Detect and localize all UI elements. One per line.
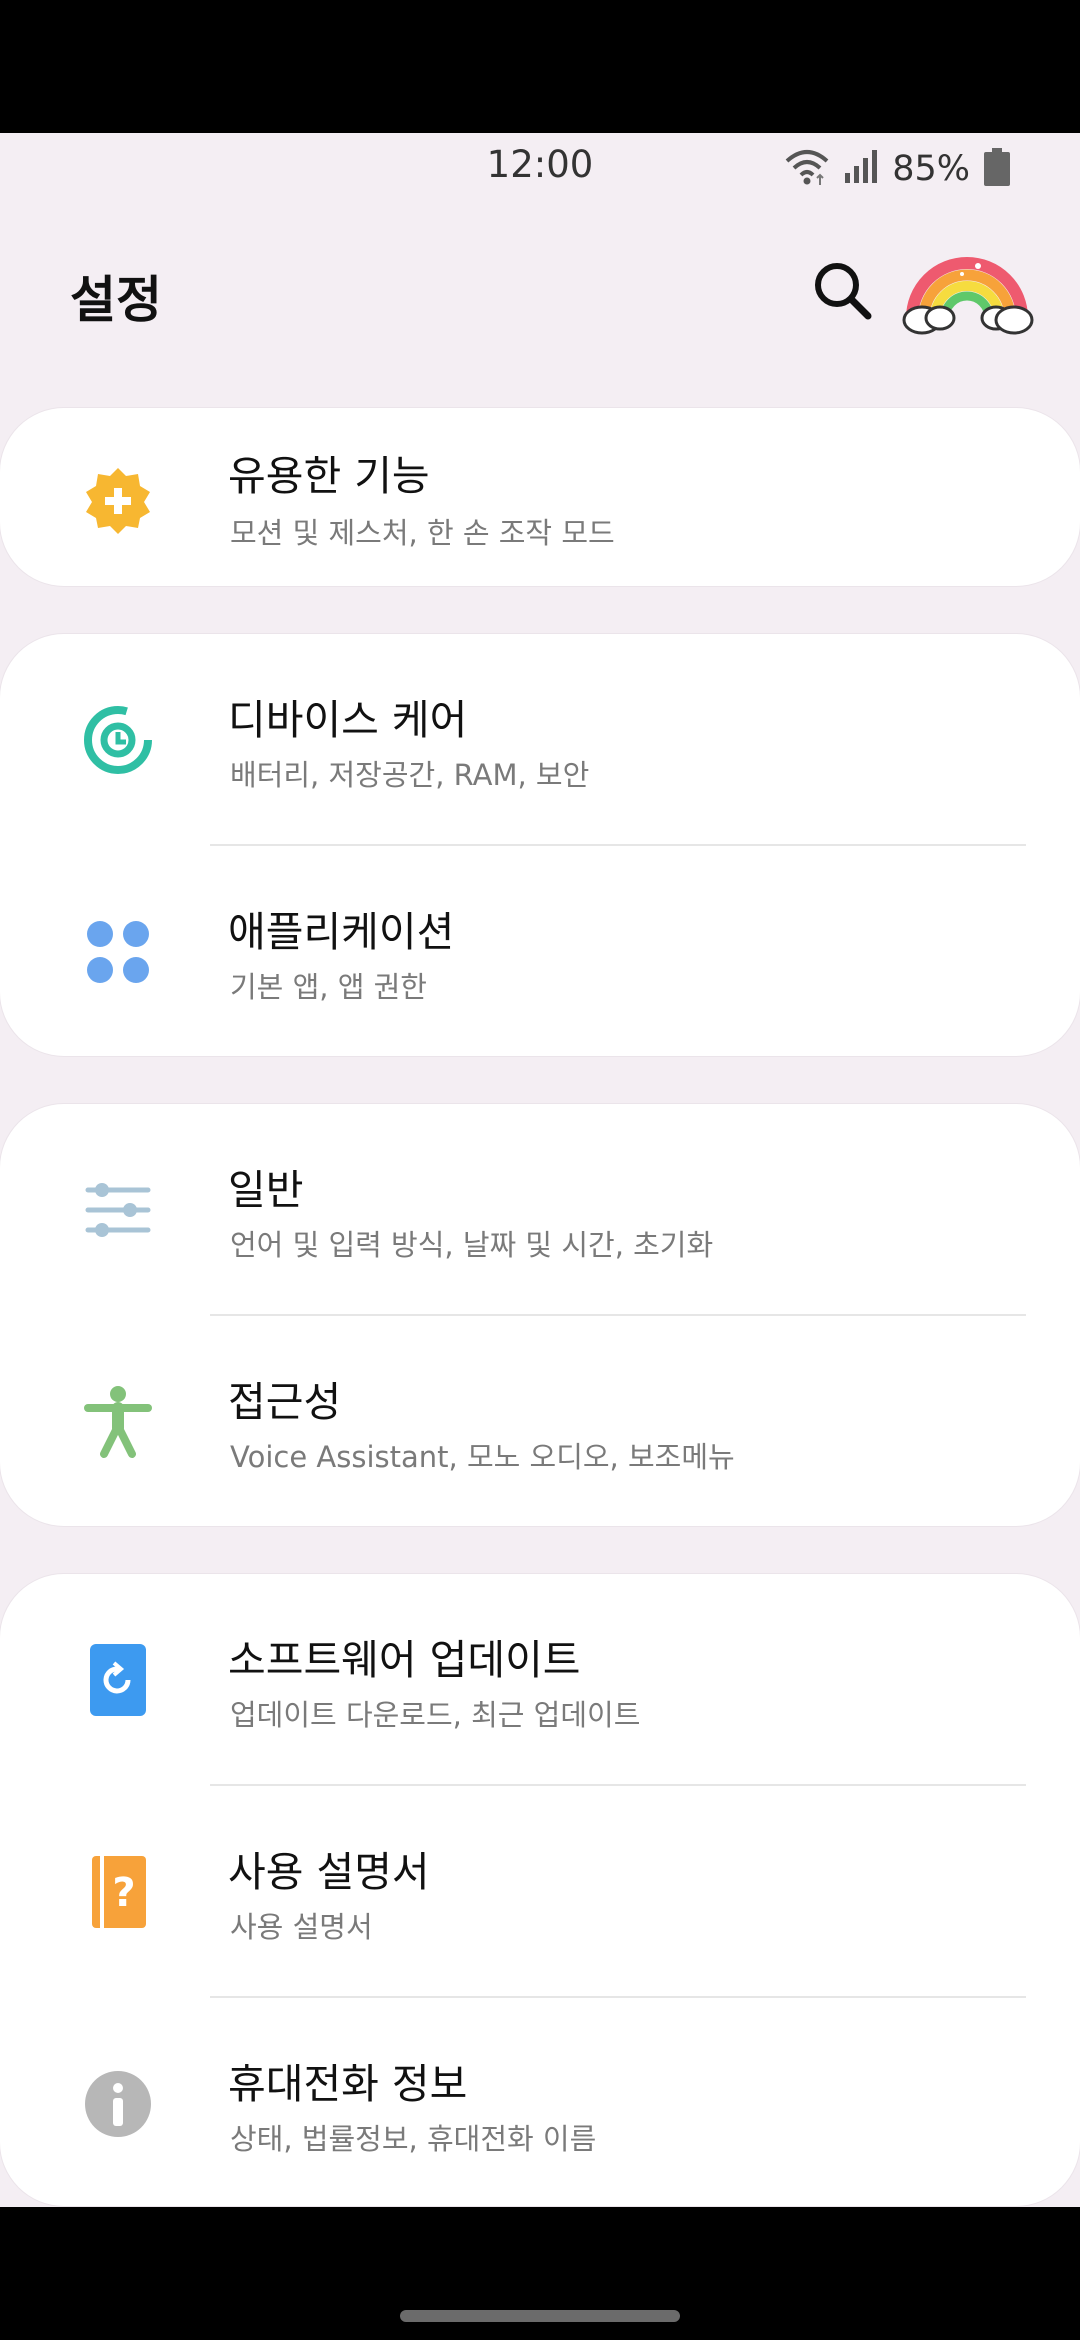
menu-item-about-phone[interactable]: 휴대전화 정보 상태, 법률정보, 휴대전화 이름 bbox=[0, 1998, 1080, 2210]
item-subtitle: 모션 및 제스처, 한 손 조작 모드 bbox=[230, 516, 615, 550]
item-title: 휴대전화 정보 bbox=[228, 2060, 468, 2108]
item-subtitle: 기본 앱, 앱 권한 bbox=[230, 970, 427, 1004]
menu-item-advanced-features[interactable]: 유용한 기능 모션 및 제스처, 한 손 조작 모드 bbox=[0, 408, 1080, 586]
sliders-icon bbox=[80, 1172, 156, 1248]
item-subtitle: 배터리, 저장공간, RAM, 보안 bbox=[230, 758, 590, 792]
battery-percent: 85% bbox=[892, 149, 970, 189]
home-gesture-handle[interactable] bbox=[400, 2310, 680, 2322]
menu-item-user-manual[interactable]: ? 사용 설명서 사용 설명서 bbox=[0, 1786, 1080, 1998]
rainbow-avatar-icon[interactable] bbox=[900, 240, 1035, 340]
signal-icon bbox=[844, 149, 878, 189]
item-title: 애플리케이션 bbox=[228, 908, 455, 956]
svg-text:?: ? bbox=[112, 1870, 135, 1916]
status-bar: 12:00 85% bbox=[0, 133, 1080, 205]
item-title: 유용한 기능 bbox=[228, 452, 430, 500]
user-manual-icon: ? bbox=[80, 1854, 156, 1930]
item-subtitle: 언어 및 입력 방식, 날짜 및 시간, 초기화 bbox=[230, 1228, 714, 1262]
item-title: 접근성 bbox=[228, 1378, 342, 1426]
status-right: 85% bbox=[784, 147, 1010, 191]
item-subtitle: 상태, 법률정보, 휴대전화 이름 bbox=[230, 2122, 597, 2156]
item-subtitle: 사용 설명서 bbox=[230, 1910, 373, 1944]
wifi-icon bbox=[784, 147, 830, 191]
search-icon[interactable] bbox=[808, 256, 878, 326]
menu-item-software-update[interactable]: 소프트웨어 업데이트 업데이트 다운로드, 최근 업데이트 bbox=[0, 1574, 1080, 1786]
card-device: 디바이스 케어 배터리, 저장공간, RAM, 보안 애플리케이션 기본 앱, … bbox=[0, 634, 1080, 1056]
software-update-icon bbox=[80, 1642, 156, 1718]
item-subtitle: 업데이트 다운로드, 최근 업데이트 bbox=[230, 1698, 641, 1732]
item-subtitle: Voice Assistant, 모노 오디오, 보조메뉴 bbox=[230, 1440, 735, 1474]
menu-item-accessibility[interactable]: 접근성 Voice Assistant, 모노 오디오, 보조메뉴 bbox=[0, 1316, 1080, 1528]
item-title: 디바이스 케어 bbox=[228, 696, 468, 744]
item-title: 사용 설명서 bbox=[228, 1848, 430, 1896]
item-title: 일반 bbox=[228, 1166, 304, 1214]
gear-plus-icon bbox=[80, 462, 156, 538]
menu-item-general[interactable]: 일반 언어 및 입력 방식, 날짜 및 시간, 초기화 bbox=[0, 1104, 1080, 1316]
header: 설정 bbox=[0, 240, 1080, 340]
top-camera-band bbox=[0, 0, 1080, 133]
item-title: 소프트웨어 업데이트 bbox=[228, 1636, 581, 1684]
battery-icon bbox=[984, 148, 1010, 190]
menu-item-applications[interactable]: 애플리케이션 기본 앱, 앱 권한 bbox=[0, 846, 1080, 1058]
accessibility-icon bbox=[80, 1384, 156, 1460]
card-features: 유용한 기능 모션 및 제스처, 한 손 조작 모드 bbox=[0, 408, 1080, 586]
page-title: 설정 bbox=[70, 271, 162, 329]
card-general: 일반 언어 및 입력 방식, 날짜 및 시간, 초기화 접근성 Voice As… bbox=[0, 1104, 1080, 1526]
device-care-icon bbox=[80, 702, 156, 778]
card-support: 소프트웨어 업데이트 업데이트 다운로드, 최근 업데이트 ? 사용 설명서 사… bbox=[0, 1574, 1080, 2206]
apps-grid-icon bbox=[80, 914, 156, 990]
menu-item-device-care[interactable]: 디바이스 케어 배터리, 저장공간, RAM, 보안 bbox=[0, 634, 1080, 846]
info-icon bbox=[80, 2066, 156, 2142]
